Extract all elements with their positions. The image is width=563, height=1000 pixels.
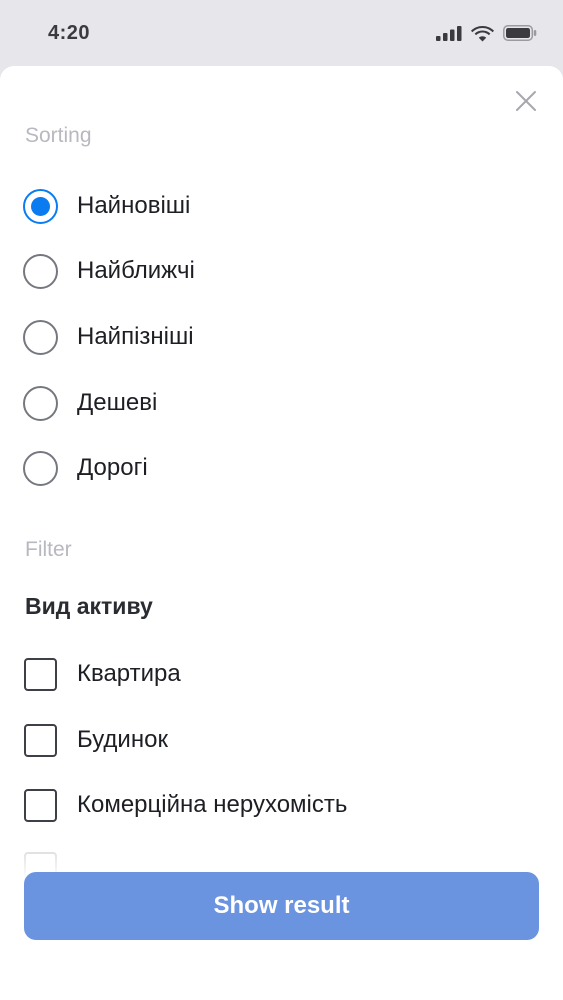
filter-option-label: Комерційна нерухомість [77,791,348,818]
checkbox[interactable] [24,723,57,757]
filter-option-commercial[interactable]: Комерційна нерухомість [24,785,347,825]
sort-option-newest[interactable]: Найновіші [23,186,190,226]
radio-button[interactable] [23,385,58,421]
close-icon [516,91,536,111]
sort-option-label: Найновіші [77,192,191,219]
filter-option-house[interactable]: Будинок [24,720,168,760]
signal-icon [436,26,462,41]
checkbox[interactable] [24,657,57,691]
status-bar: 4:20 [0,0,563,66]
asset-type-title: Вид активу [25,593,153,619]
radio-dot [31,196,50,216]
sort-option-label: Дешеві [77,389,158,416]
checkbox[interactable] [24,788,57,822]
radio-button[interactable] [23,253,58,289]
status-icons [436,25,537,42]
wifi-icon [471,25,494,41]
sort-option-cheap[interactable]: Дешеві [23,383,157,423]
filter-sheet: Sorting Найновіші Найближчі Найпізніші Д… [0,66,563,1000]
battery-icon [503,25,537,41]
filter-option-label: Квартира [77,660,181,687]
sort-option-label: Найближчі [77,257,195,284]
sort-option-label: Дорогі [77,454,148,481]
radio-button[interactable] [23,450,58,486]
close-button[interactable] [515,90,537,112]
sort-option-expensive[interactable]: Дорогі [23,448,148,488]
sort-option-latest[interactable]: Найпізніші [23,317,194,357]
filter-option-label: Будинок [77,726,168,753]
filter-section-label: Filter [25,538,72,561]
show-result-button[interactable]: Show result [24,872,539,940]
filter-option-apartment[interactable]: Квартира [24,654,181,694]
sort-option-nearest[interactable]: Найближчі [23,251,195,291]
radio-button-selected[interactable] [23,188,58,224]
status-time: 4:20 [48,21,91,44]
sorting-section-label: Sorting [25,124,92,147]
sort-option-label: Найпізніші [77,323,194,350]
radio-button[interactable] [23,319,58,355]
